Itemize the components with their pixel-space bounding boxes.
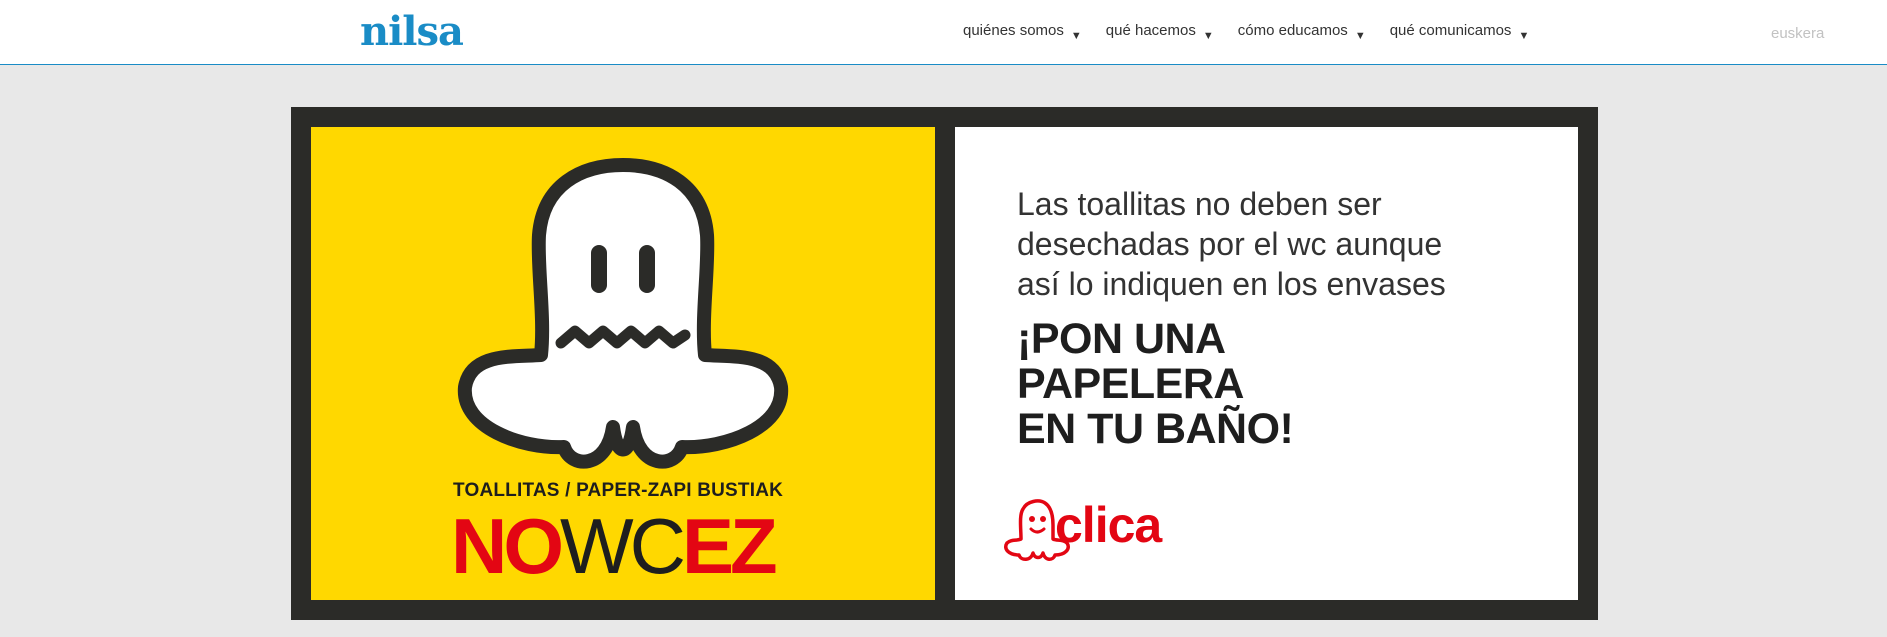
- nav-item-label: cómo educamos: [1237, 22, 1348, 39]
- site-header: nilsa quiénes somos ▼ qué hacemos ▼ cómo…: [0, 0, 1887, 65]
- call-to-action: ¡PON UNA PAPELERA EN TU BAÑO!: [1017, 317, 1557, 452]
- ghost-icon: [457, 158, 789, 469]
- nav-item-que-comunicamos[interactable]: qué comunicamos ▼: [1389, 22, 1530, 42]
- nav-item-que-hacemos[interactable]: qué hacemos ▼: [1105, 22, 1214, 42]
- banner-panel-right: Las toallitas no deben ser desechadas po…: [955, 127, 1578, 600]
- cta-line: PAPELERA: [1017, 360, 1244, 408]
- site-logo[interactable]: nilsa: [360, 8, 464, 56]
- cta-line: EN TU BAÑO!: [1017, 405, 1294, 453]
- info-line: así lo indiquen en los envases: [1017, 266, 1446, 302]
- language-switch-link[interactable]: euskera: [1771, 25, 1824, 43]
- campaign-tagline: TOALLITAS / PAPER-ZAPI BUSTIAK: [453, 480, 784, 501]
- campaign-banner[interactable]: TOALLITAS / PAPER-ZAPI BUSTIAK NOWCEZ La…: [291, 107, 1598, 620]
- clica-brand-name: clica: [1055, 497, 1162, 553]
- campaign-slogan: NOWCEZ: [451, 502, 778, 590]
- info-line: Las toallitas no deben ser: [1017, 186, 1382, 222]
- caret-down-icon: ▼: [1518, 30, 1530, 42]
- cta-line: ¡PON UNA: [1017, 315, 1226, 363]
- caret-down-icon: ▼: [1354, 30, 1366, 42]
- info-line: desechadas por el wc aunque: [1017, 226, 1443, 262]
- nav-item-quienes-somos[interactable]: quiénes somos ▼: [963, 22, 1082, 42]
- caret-down-icon: ▼: [1070, 30, 1082, 42]
- slogan-no: NO: [451, 502, 564, 590]
- banner-panel-left: TOALLITAS / PAPER-ZAPI BUSTIAK NOWCEZ: [311, 127, 935, 600]
- slogan-ez: EZ: [681, 502, 778, 590]
- main-nav: quiénes somos ▼ qué hacemos ▼ cómo educa…: [963, 22, 1553, 42]
- caret-down-icon: ▼: [1202, 30, 1214, 42]
- nav-item-label: quiénes somos: [963, 22, 1064, 39]
- nav-item-label: qué comunicamos: [1389, 22, 1512, 39]
- info-message: Las toallitas no deben ser desechadas po…: [1017, 184, 1557, 304]
- slogan-wc: WC: [560, 502, 686, 590]
- nav-item-como-educamos[interactable]: cómo educamos ▼: [1237, 22, 1366, 42]
- nav-item-label: qué hacemos: [1105, 22, 1196, 39]
